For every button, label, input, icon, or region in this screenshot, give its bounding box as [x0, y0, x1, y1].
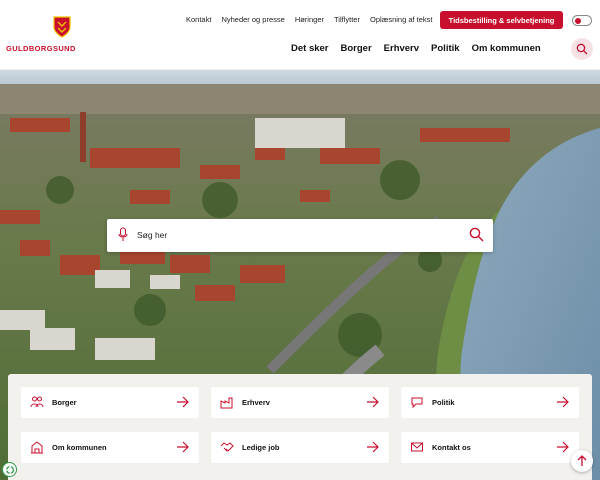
arrow-right-icon — [557, 441, 569, 453]
booking-button[interactable]: Tidsbestilling & selvbetjening — [440, 11, 563, 29]
tile-label: Ledige job — [242, 443, 280, 452]
scroll-to-top-button[interactable] — [571, 450, 593, 472]
tile-kontakt-os[interactable]: Kontakt os — [401, 432, 579, 463]
arrow-right-icon — [557, 396, 569, 408]
handshake-icon — [220, 442, 234, 452]
search-icon[interactable] — [469, 227, 484, 242]
header-search-button[interactable] — [571, 38, 593, 60]
utility-link-oplaesning[interactable]: Oplæsning af tekst — [370, 15, 433, 24]
toggle-knob — [575, 18, 581, 24]
accessibility-badge[interactable] — [2, 462, 17, 477]
tile-label: Erhverv — [242, 398, 270, 407]
utility-link-horinger[interactable]: Høringer — [295, 15, 324, 24]
search-placeholder: Søg her — [137, 230, 168, 240]
people-icon — [30, 396, 44, 408]
utility-nav: Kontakt Nyheder og presse Høringer Tilfl… — [186, 15, 433, 24]
main-nav: Det sker Borger Erhverv Politik Om kommu… — [291, 43, 541, 54]
site-logo[interactable]: GULDBORGSUND — [6, 16, 76, 56]
arrow-up-icon — [577, 455, 587, 466]
search-icon — [576, 43, 588, 55]
quick-links-panel: Borger Erhverv Politik Om kommunen Ledig… — [8, 374, 592, 480]
envelope-icon — [411, 442, 423, 452]
nav-politik[interactable]: Politik — [431, 43, 460, 54]
utility-link-tilflytter[interactable]: Tilflytter — [334, 15, 360, 24]
tile-label: Borger — [52, 398, 77, 407]
utility-link-kontakt[interactable]: Kontakt — [186, 15, 211, 24]
tile-om-kommunen[interactable]: Om kommunen — [21, 432, 199, 463]
factory-icon — [220, 397, 233, 409]
tile-label: Om kommunen — [52, 443, 107, 452]
tile-label: Politik — [432, 398, 455, 407]
tile-label: Kontakt os — [432, 443, 471, 452]
speech-bubble-icon — [411, 397, 423, 409]
nav-det-sker[interactable]: Det sker — [291, 43, 329, 54]
arrow-right-icon — [367, 441, 379, 453]
arrow-right-icon — [177, 441, 189, 453]
site-search-bar[interactable]: Søg her — [107, 219, 493, 252]
contrast-toggle[interactable] — [572, 15, 592, 26]
coat-of-arms-icon — [53, 16, 71, 38]
site-header: GULDBORGSUND Kontakt Nyheder og presse H… — [0, 0, 600, 70]
tile-ledige-job[interactable]: Ledige job — [211, 432, 389, 463]
microphone-icon[interactable] — [118, 227, 128, 243]
tile-borger[interactable]: Borger — [21, 387, 199, 418]
town-hall-icon — [31, 441, 43, 454]
tile-politik[interactable]: Politik — [401, 387, 579, 418]
arrow-right-icon — [367, 396, 379, 408]
utility-link-nyheder[interactable]: Nyheder og presse — [221, 15, 284, 24]
recycle-icon — [5, 465, 14, 474]
nav-om-kommunen[interactable]: Om kommunen — [472, 43, 541, 54]
arrow-right-icon — [177, 396, 189, 408]
nav-erhverv[interactable]: Erhverv — [384, 43, 419, 54]
nav-borger[interactable]: Borger — [341, 43, 372, 54]
logo-text: GULDBORGSUND — [6, 44, 76, 53]
tile-erhverv[interactable]: Erhverv — [211, 387, 389, 418]
